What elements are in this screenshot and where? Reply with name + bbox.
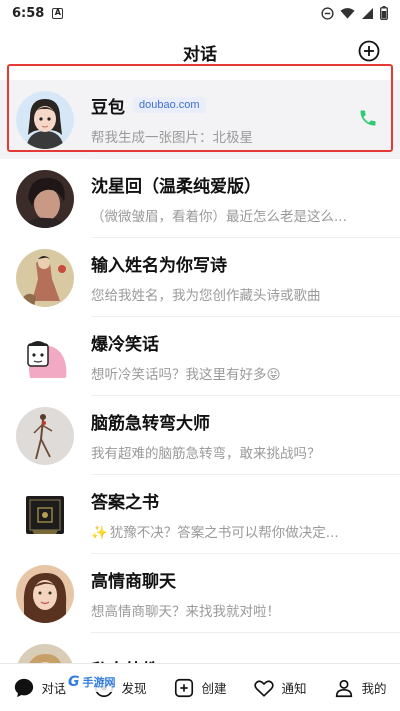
chat-preview: ✨ 犹豫不决？答案之书可以帮你做决定... xyxy=(91,521,400,541)
tab-notifications[interactable]: 通知 xyxy=(240,677,320,699)
book-avatar xyxy=(16,485,74,544)
tab-label: 通知 xyxy=(281,681,307,696)
tab-label: 对话 xyxy=(41,681,67,696)
doubao-avatar xyxy=(16,90,74,149)
battery-icon xyxy=(380,6,388,20)
phone-call-icon[interactable] xyxy=(358,108,378,128)
watermark-logo: G 手游网 xyxy=(64,672,120,692)
bottom-tab-bar: 对话 发现 创建 通知 我的 xyxy=(0,663,400,711)
chat-item-poem[interactable]: 输入姓名为你写诗 您给我姓名，我为您创作藏头诗或歌曲 xyxy=(0,238,400,317)
status-icons xyxy=(321,6,388,20)
wifi-icon xyxy=(340,7,355,19)
notification-icon: A xyxy=(52,7,64,19)
chat-bubble-icon xyxy=(15,678,34,697)
chat-preview: 想听冷笑话吗？我这里有好多😝 xyxy=(91,366,281,383)
chat-name: 豆包 xyxy=(91,97,125,118)
chat-item-doubao[interactable]: 豆包 doubao.com 帮我生成一张图片：北极星 xyxy=(0,80,400,159)
page-header: 对话 xyxy=(0,32,400,72)
cartoon-avatar xyxy=(16,327,74,386)
status-bar: 6:58 A xyxy=(0,0,400,26)
chat-preview-text: 犹豫不决？答案之书可以帮你做决定... xyxy=(109,524,339,541)
chat-body: 高情商聊天 想高情商聊天？来找我就对啦！ xyxy=(91,554,400,633)
woman-portrait-avatar xyxy=(16,564,74,623)
chat-item-brain-teaser[interactable]: 脑筋急转弯大师 我有超难的脑筋急转弯，敢来挑战吗？ xyxy=(0,396,400,475)
chat-preview: 我有超难的脑筋急转弯，敢来挑战吗？ xyxy=(91,445,321,462)
chat-name: 高情商聊天 xyxy=(91,571,176,592)
chat-body: 输入姓名为你写诗 您给我姓名，我为您创作藏头诗或歌曲 xyxy=(91,238,400,317)
chat-name: 答案之书 xyxy=(91,492,159,513)
chat-list: 豆包 doubao.com 帮我生成一张图片：北极星 沈星回（温柔纯爱版） （微… xyxy=(0,80,400,711)
chat-preview: 想高情商聊天？来找我就对啦！ xyxy=(91,603,280,620)
chat-body: 爆冷笑话 想听冷笑话吗？我这里有好多😝 xyxy=(91,317,400,396)
chat-preview: 您给我姓名，我为您创作藏头诗或歌曲 xyxy=(91,287,321,304)
tab-create[interactable]: 创建 xyxy=(160,677,240,699)
dnd-icon xyxy=(321,6,334,20)
tab-label: 我的 xyxy=(361,681,387,696)
sparkle-icon: ✨ xyxy=(91,524,108,541)
chat-item-cold-jokes[interactable]: 爆冷笑话 想听冷笑话吗？我这里有好多😝 xyxy=(0,317,400,396)
domain-badge: doubao.com xyxy=(133,97,206,113)
chat-preview: （微微皱眉，看着你）最近怎么老是这么... xyxy=(91,208,347,225)
chat-name: 输入姓名为你写诗 xyxy=(91,255,227,276)
cell-signal-icon xyxy=(362,7,373,19)
chat-body: 豆包 doubao.com 帮我生成一张图片：北极星 xyxy=(91,80,400,159)
chat-name: 爆冷笑话 xyxy=(91,334,159,355)
chat-body: 沈星回（温柔纯爱版） （微微皱眉，看着你）最近怎么老是这么... xyxy=(91,159,400,238)
figurine-avatar xyxy=(16,406,74,465)
chat-preview: 帮我生成一张图片：北极星 xyxy=(91,129,253,146)
profile-icon xyxy=(336,679,353,697)
status-time: 6:58 xyxy=(12,5,45,21)
chat-body: 脑筋急转弯大师 我有超难的脑筋急转弯，敢来挑战吗？ xyxy=(91,396,400,475)
chat-name: 沈星回（温柔纯爱版） xyxy=(91,176,261,197)
painting-avatar xyxy=(16,248,74,307)
chat-item-answer-book[interactable]: 答案之书 ✨ 犹豫不决？答案之书可以帮你做决定... xyxy=(0,475,400,554)
chat-name: 脑筋急转弯大师 xyxy=(91,413,210,434)
chat-item-high-eq[interactable]: 高情商聊天 想高情商聊天？来找我就对啦！ xyxy=(0,554,400,633)
watermark-text: 手游网 xyxy=(82,676,116,689)
chat-body: 答案之书 ✨ 犹豫不决？答案之书可以帮你做决定... xyxy=(91,475,400,554)
watermark-glyph: G xyxy=(68,674,80,690)
create-plus-icon xyxy=(175,678,194,697)
tab-profile[interactable]: 我的 xyxy=(320,677,400,699)
tab-label: 创建 xyxy=(201,681,227,696)
add-chat-icon[interactable] xyxy=(358,40,380,62)
heart-icon xyxy=(254,679,275,697)
chat-item-shenxinghui[interactable]: 沈星回（温柔纯爱版） （微微皱眉，看着你）最近怎么老是这么... xyxy=(0,159,400,238)
man-portrait-avatar xyxy=(16,169,74,228)
page-title: 对话 xyxy=(183,44,217,65)
tab-label: 发现 xyxy=(121,681,147,696)
